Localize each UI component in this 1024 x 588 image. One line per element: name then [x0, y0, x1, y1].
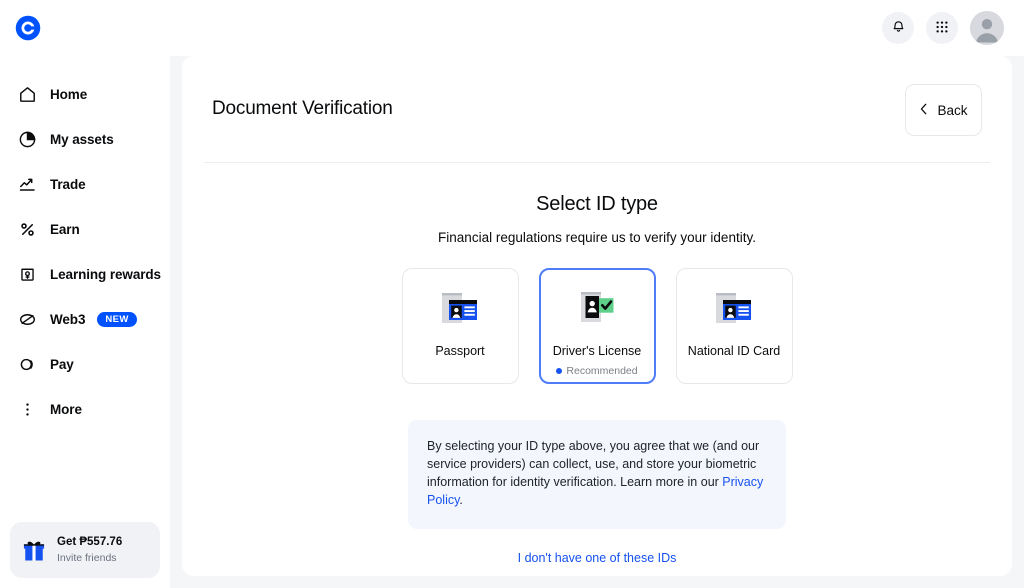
- avatar[interactable]: [970, 11, 1004, 45]
- sidebar-item-trade[interactable]: Trade: [0, 162, 170, 207]
- pay-icon: [16, 354, 38, 376]
- back-button-label: Back: [937, 103, 967, 118]
- recommended-badge: Recommended: [556, 365, 637, 377]
- sidebar-nav: Home My assets: [0, 72, 170, 432]
- back-button[interactable]: Back: [905, 84, 982, 136]
- coinbase-logo[interactable]: [14, 14, 42, 42]
- apps-menu-button[interactable]: [926, 12, 958, 44]
- sidebar-item-my-assets[interactable]: My assets: [0, 117, 170, 162]
- trend-up-icon: [16, 174, 38, 196]
- promo-subtitle: Invite friends: [57, 552, 122, 564]
- sidebar: Home My assets: [0, 0, 170, 588]
- id-option-drivers-license[interactable]: Driver's License Recommended: [539, 268, 656, 384]
- id-option-label: National ID Card: [688, 344, 780, 358]
- sidebar-item-learning-rewards[interactable]: Learning rewards: [0, 252, 170, 297]
- graduation-badge-icon: [16, 264, 38, 286]
- sidebar-item-earn[interactable]: Earn: [0, 207, 170, 252]
- sidebar-item-label: Pay: [50, 357, 74, 372]
- notifications-button[interactable]: [882, 12, 914, 44]
- main-region: Document Verification Back Select ID typ…: [170, 0, 1024, 588]
- sidebar-item-label: Trade: [50, 177, 86, 192]
- id-option-label: Driver's License: [553, 344, 642, 358]
- biometric-consent-notice: By selecting your ID type above, you agr…: [408, 420, 786, 529]
- national-id-doc-icon: [712, 289, 756, 333]
- id-type-options: Passport: [182, 268, 1012, 384]
- sidebar-item-label: My assets: [50, 132, 114, 147]
- sidebar-item-label: Home: [50, 87, 87, 102]
- sidebar-item-label: Learning rewards: [50, 267, 161, 282]
- user-avatar-icon: [970, 11, 1004, 45]
- notice-text-after: .: [459, 493, 462, 507]
- promo-text: Get ₱557.76 Invite friends: [57, 536, 122, 563]
- sidebar-item-label: Earn: [50, 222, 80, 237]
- web3-globe-icon: [16, 309, 38, 331]
- recommended-dot-icon: [556, 368, 562, 374]
- sidebar-item-more[interactable]: More: [0, 387, 170, 432]
- percent-icon: [16, 219, 38, 241]
- more-dots-icon: [16, 399, 38, 421]
- new-badge: NEW: [97, 312, 136, 328]
- pie-chart-icon: [16, 129, 38, 151]
- id-option-national-id-card[interactable]: National ID Card: [676, 268, 793, 384]
- invite-friends-promo[interactable]: Get ₱557.76 Invite friends: [10, 522, 160, 578]
- home-icon: [16, 84, 38, 106]
- no-id-link[interactable]: I don't have one of these IDs: [182, 551, 1012, 565]
- content-card: Document Verification Back Select ID typ…: [182, 56, 1012, 576]
- promo-title: Get ₱557.76: [57, 536, 122, 549]
- select-id-subheading: Financial regulations require us to veri…: [182, 230, 1012, 245]
- id-option-label: Passport: [435, 344, 484, 358]
- bell-icon: [891, 19, 906, 37]
- sidebar-item-pay[interactable]: Pay: [0, 342, 170, 387]
- id-option-passport[interactable]: Passport: [402, 268, 519, 384]
- select-id-section: Select ID type Financial regulations req…: [182, 163, 1012, 565]
- logo-area: [0, 0, 170, 56]
- grid-apps-icon: [935, 20, 949, 37]
- chevron-left-icon: [919, 103, 929, 118]
- gift-icon: [20, 536, 48, 564]
- page-title: Document Verification: [212, 84, 393, 120]
- topbar: [170, 0, 1024, 56]
- select-id-heading: Select ID type: [182, 193, 1012, 216]
- recommended-label: Recommended: [566, 365, 637, 377]
- sidebar-item-web3[interactable]: Web3 NEW: [0, 297, 170, 342]
- sidebar-item-label: More: [50, 402, 82, 417]
- sidebar-item-label: Web3: [50, 312, 85, 327]
- app-root: Home My assets: [0, 0, 1024, 588]
- sidebar-item-home[interactable]: Home: [0, 72, 170, 117]
- notice-text-before: By selecting your ID type above, you agr…: [427, 439, 759, 489]
- passport-doc-icon: [438, 289, 482, 333]
- page-header: Document Verification Back: [182, 56, 1012, 136]
- license-check-icon: [575, 289, 619, 333]
